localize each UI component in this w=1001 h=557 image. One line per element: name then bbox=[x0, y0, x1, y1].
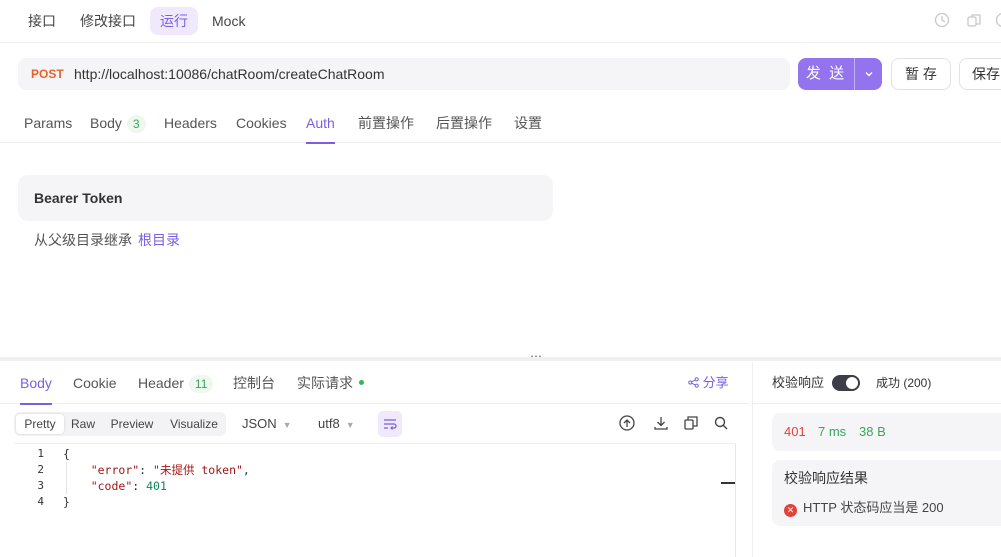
tab-body[interactable]: Body 3 bbox=[90, 103, 146, 143]
line-number: 4 bbox=[37, 495, 44, 508]
status-dot-icon bbox=[359, 379, 364, 385]
send-button[interactable]: 发 送 bbox=[798, 58, 882, 90]
code-line: { bbox=[63, 446, 250, 462]
validation-result-text: HTTP 状态码应当是 200 bbox=[803, 500, 944, 515]
error-icon: ✕ bbox=[784, 504, 797, 517]
tab-response-header[interactable]: Header 11 bbox=[138, 362, 214, 404]
json-string-value: "未提供 token" bbox=[153, 463, 243, 477]
root-directory-link[interactable]: 根目录 bbox=[138, 232, 180, 248]
view-preview[interactable]: Preview bbox=[104, 414, 160, 434]
validation-toggle[interactable] bbox=[832, 375, 860, 391]
validation-result-item: ✕ HTTP 状态码应当是 200 bbox=[784, 498, 944, 518]
validation-result[interactable]: 成功 (200) bbox=[876, 362, 931, 404]
code-line: "code": 401 bbox=[90, 479, 167, 493]
format-select[interactable]: JSON ▼ bbox=[242, 412, 292, 436]
method-select[interactable]: POST bbox=[31, 58, 64, 90]
auth-type-label[interactable]: Bearer Token bbox=[34, 175, 122, 221]
tab-actual-request-label[interactable]: 实际请求 bbox=[297, 375, 353, 391]
tab-headers[interactable]: Headers bbox=[164, 103, 217, 143]
view-pretty[interactable]: Pretty bbox=[16, 414, 64, 434]
code-line: } bbox=[63, 494, 250, 510]
auth-type-select[interactable]: Bearer Token bbox=[18, 175, 553, 221]
save-button[interactable]: 保存 bbox=[959, 58, 1001, 90]
encoding-select-value[interactable]: utf8 bbox=[318, 416, 340, 431]
status-code: 401 bbox=[784, 424, 806, 439]
format-select-value[interactable]: JSON bbox=[242, 416, 277, 431]
upload-icon[interactable] bbox=[618, 414, 636, 432]
view-mode-switch: Pretty Raw Preview Visualize bbox=[14, 412, 226, 436]
line-number: 1 bbox=[37, 447, 44, 460]
drag-handle-icon[interactable]: ⋯ bbox=[530, 350, 543, 362]
share-label[interactable]: 分享 bbox=[703, 375, 729, 390]
tab-response-header-label[interactable]: Header bbox=[138, 375, 184, 391]
tab-settings[interactable]: 设置 bbox=[514, 103, 542, 143]
chevron-down-icon: ▼ bbox=[282, 420, 292, 430]
chevron-down-icon[interactable] bbox=[855, 58, 882, 90]
search-icon[interactable] bbox=[712, 414, 730, 432]
auth-inherit-note: 从父级目录继承 根目录 bbox=[34, 230, 180, 250]
response-code[interactable]: { "error": "未提供 token", "code": 401 } bbox=[63, 446, 250, 510]
url-bar[interactable]: POST http://localhost:10086/chatRoom/cre… bbox=[18, 58, 790, 90]
validation-result-card: 校验响应结果 ✕ HTTP 状态码应当是 200 bbox=[772, 460, 1001, 526]
response-tab-bar: Body Cookie Header 11 控制台 实际请求 分享 bbox=[0, 362, 750, 405]
json-key: "code" bbox=[90, 479, 133, 493]
share-button[interactable]: 分享 bbox=[688, 362, 729, 404]
panel-splitter[interactable] bbox=[0, 357, 1001, 361]
word-wrap-button[interactable] bbox=[378, 411, 402, 437]
view-raw[interactable]: Raw bbox=[66, 414, 100, 434]
tab-mock[interactable]: Mock bbox=[202, 7, 255, 35]
validation-result-title: 校验响应结果 bbox=[784, 470, 868, 486]
scrollbar-marker[interactable] bbox=[721, 482, 735, 484]
line-number-gutter: 1 2 3 4 bbox=[14, 446, 44, 510]
encoding-select[interactable]: utf8 ▼ bbox=[318, 412, 355, 436]
json-number-value: 401 bbox=[146, 479, 167, 493]
tab-run[interactable]: 运行 bbox=[150, 7, 198, 35]
json-key: "error" bbox=[90, 463, 140, 477]
more-icon[interactable] bbox=[995, 12, 1001, 28]
url-input[interactable]: http://localhost:10086/chatRoom/createCh… bbox=[74, 58, 385, 90]
tab-actual-request[interactable]: 实际请求 bbox=[297, 362, 364, 404]
request-tab-bar: Params Body 3 Headers Cookies Auth 前置操作 后… bbox=[0, 103, 1001, 144]
json-brace: { bbox=[63, 447, 70, 461]
chevron-down-icon: ▼ bbox=[345, 420, 355, 430]
view-visualize[interactable]: Visualize bbox=[164, 414, 224, 434]
tab-edit-interface[interactable]: 修改接口 bbox=[70, 7, 146, 35]
tab-body-label[interactable]: Body bbox=[90, 115, 122, 131]
tab-cookies[interactable]: Cookies bbox=[236, 103, 287, 143]
tab-console[interactable]: 控制台 bbox=[233, 362, 275, 404]
divider bbox=[752, 403, 1001, 404]
temp-save-button[interactable]: 暂 存 bbox=[891, 58, 951, 90]
share-icon bbox=[688, 377, 699, 388]
history-icon[interactable] bbox=[934, 12, 950, 28]
tab-response-body[interactable]: Body bbox=[20, 362, 52, 405]
code-line: "error": "未提供 token", bbox=[90, 463, 250, 477]
response-size: 38 B bbox=[859, 424, 886, 439]
send-button-label[interactable]: 发 送 bbox=[798, 58, 854, 90]
tab-response-cookie[interactable]: Cookie bbox=[73, 362, 117, 404]
line-number: 2 bbox=[37, 463, 44, 476]
inherit-text: 从父级目录继承 bbox=[34, 232, 132, 248]
tab-pre-operations[interactable]: 前置操作 bbox=[358, 103, 414, 143]
tab-post-operations[interactable]: 后置操作 bbox=[436, 103, 492, 143]
json-brace: } bbox=[63, 495, 70, 509]
copy-icon[interactable] bbox=[966, 12, 982, 28]
tab-auth[interactable]: Auth bbox=[306, 103, 335, 144]
download-icon[interactable] bbox=[652, 414, 670, 432]
response-time: 7 ms bbox=[818, 424, 847, 439]
response-status-card: 401 7 ms 38 B bbox=[772, 413, 1001, 451]
tab-params[interactable]: Params bbox=[24, 103, 72, 143]
line-number: 3 bbox=[37, 479, 44, 492]
top-tab-bar: 接口 修改接口 运行 Mock bbox=[0, 0, 1001, 43]
copy-icon[interactable] bbox=[682, 414, 700, 432]
validation-title: 校验响应 bbox=[772, 375, 825, 390]
tab-interface[interactable]: 接口 bbox=[18, 7, 66, 35]
wrap-icon bbox=[384, 419, 397, 430]
header-count-badge: 11 bbox=[188, 375, 214, 393]
body-count-badge: 3 bbox=[126, 115, 146, 133]
